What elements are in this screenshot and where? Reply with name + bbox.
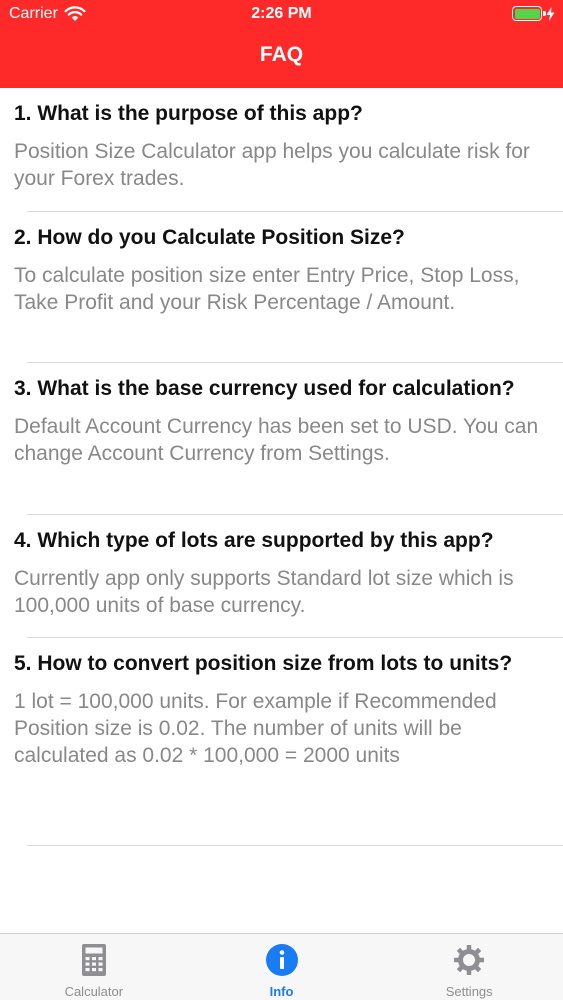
faq-question: 5. How to convert position size from lot…	[14, 652, 513, 675]
tab-label: Settings	[445, 984, 493, 999]
tab-info[interactable]: Info	[188, 934, 376, 1000]
faq-item: 4. Which type of lots are supported by t…	[0, 515, 563, 638]
charging-bolt-icon	[546, 6, 555, 21]
faq-screen: Carrier 2:26 PM FAQ 1. What is the purpo…	[0, 0, 563, 1000]
tab-label: Info	[269, 984, 294, 999]
tab-settings[interactable]: Settings	[375, 934, 563, 1000]
faq-item: 5. How to convert position size from lot…	[0, 638, 563, 846]
faq-answer: To calculate position size enter Entry P…	[14, 264, 520, 314]
tab-label: Calculator	[64, 984, 124, 999]
faq-question: 2. How do you Calculate Position Size?	[14, 226, 405, 249]
divider	[27, 845, 563, 846]
tab-bar: Calculator Info Settings	[0, 933, 563, 1000]
faq-question: 1. What is the purpose of this app?	[14, 102, 363, 125]
page-title: FAQ	[259, 43, 304, 66]
status-bar: Carrier 2:26 PM	[0, 0, 563, 30]
faq-item: 1. What is the purpose of this app? Posi…	[0, 88, 563, 212]
battery-indicator	[512, 6, 555, 21]
faq-question: 4. Which type of lots are supported by t…	[14, 529, 494, 552]
info-icon	[265, 944, 298, 976]
battery-icon	[512, 6, 546, 21]
faq-question: 3. What is the base currency used for ca…	[14, 377, 515, 400]
faq-item: 3. What is the base currency used for ca…	[0, 363, 563, 515]
faq-answer: Default Account Currency has been set to…	[14, 415, 539, 465]
tab-calculator[interactable]: Calculator	[0, 934, 188, 1000]
faq-answer: 1 lot = 100,000 units. For example if Re…	[14, 690, 497, 767]
status-time: 2:26 PM	[251, 5, 312, 22]
faq-item: 2. How do you Calculate Position Size? T…	[0, 212, 563, 363]
calculator-icon	[81, 944, 106, 976]
faq-answer: Currently app only supports Standard lot…	[14, 567, 514, 617]
faq-answer: Position Size Calculator app helps you c…	[14, 140, 530, 190]
faq-list[interactable]: 1. What is the purpose of this app? Posi…	[0, 88, 563, 846]
battery-level-fill	[514, 8, 540, 19]
header-bar: Carrier 2:26 PM FAQ	[0, 0, 563, 88]
gear-icon	[454, 945, 485, 975]
